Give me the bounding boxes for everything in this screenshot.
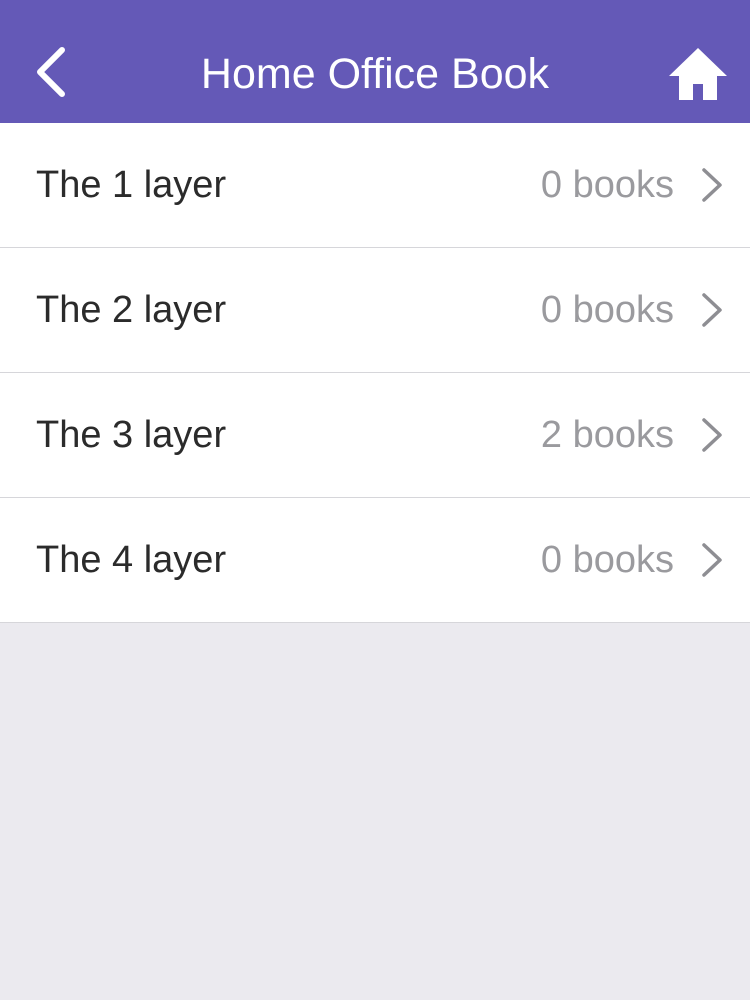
book-count: 2 books	[540, 414, 674, 456]
layer-label: The 4 layer	[36, 539, 227, 581]
chevron-right-icon	[700, 542, 724, 578]
layer-label: The 3 layer	[36, 414, 227, 456]
book-count: 0 books	[540, 289, 674, 331]
back-button[interactable]	[22, 30, 82, 110]
book-count: 0 books	[540, 539, 674, 581]
chevron-right-icon	[700, 292, 724, 328]
list-item-layer-1[interactable]: The 1 layer 0 books	[0, 123, 750, 248]
book-count: 0 books	[540, 164, 674, 206]
home-button[interactable]	[667, 44, 729, 102]
layer-label: The 1 layer	[36, 164, 227, 206]
chevron-left-icon	[37, 47, 65, 97]
home-icon	[669, 48, 727, 100]
page-title: Home Office Book	[200, 50, 550, 98]
list-item-layer-3[interactable]: The 3 layer 2 books	[0, 373, 750, 498]
nav-bar: Home Office Book	[0, 0, 750, 123]
chevron-right-icon	[700, 417, 724, 453]
layer-label: The 2 layer	[36, 289, 227, 331]
list-item-layer-4[interactable]: The 4 layer 0 books	[0, 498, 750, 623]
list-item-layer-2[interactable]: The 2 layer 0 books	[0, 248, 750, 373]
layer-list: The 1 layer 0 books The 2 layer 0 books …	[0, 123, 750, 623]
chevron-right-icon	[700, 167, 724, 203]
